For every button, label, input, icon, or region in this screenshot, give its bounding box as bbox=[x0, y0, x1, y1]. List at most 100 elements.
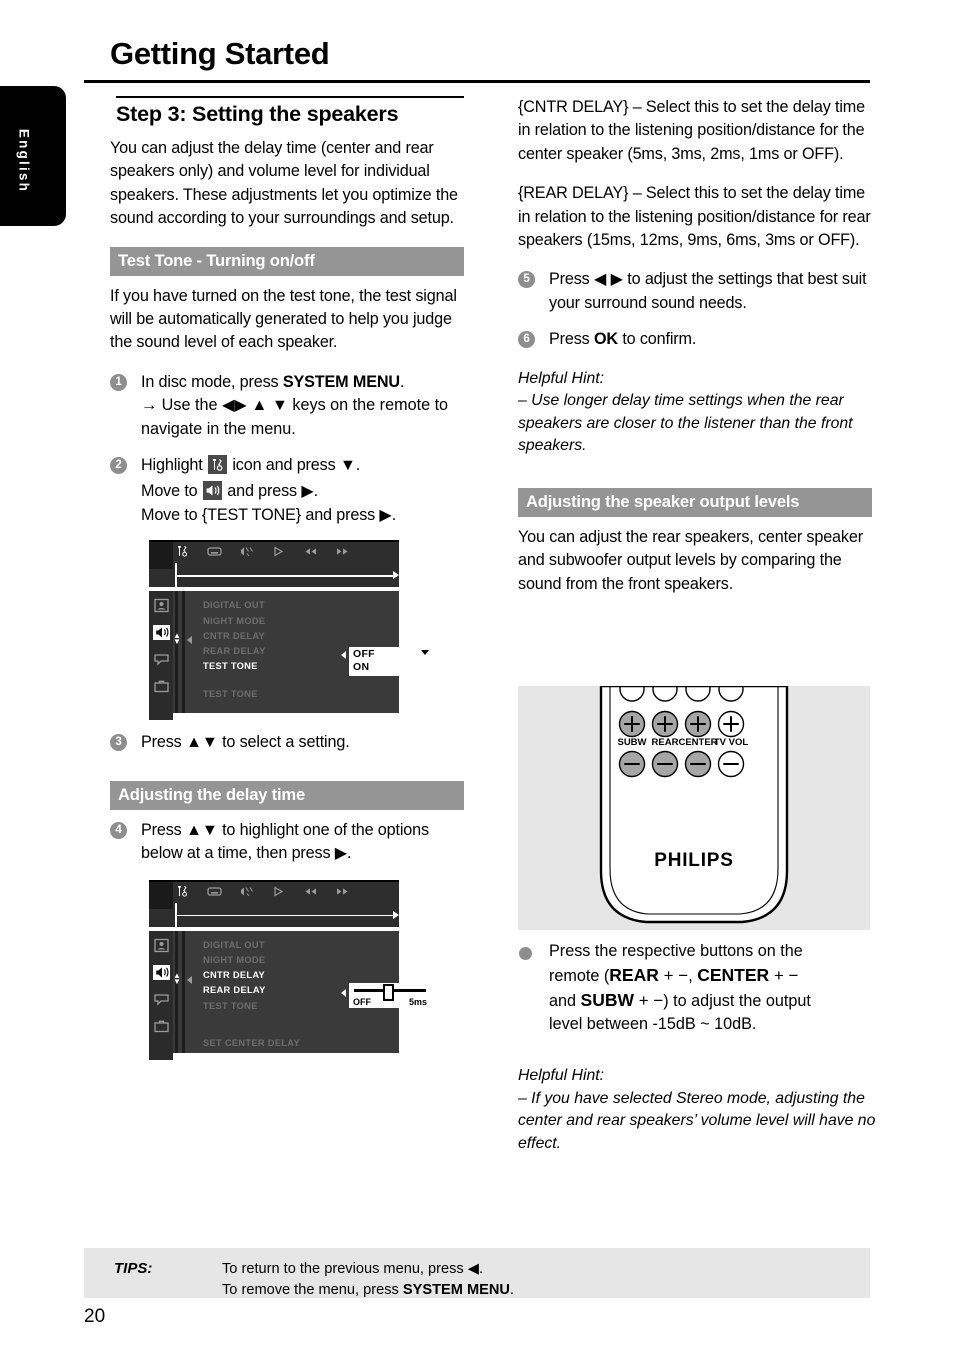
tv-scrollbar[interactable]: ▲ ▼ bbox=[173, 930, 181, 1053]
tips-line-1: To return to the previous menu, press ◀. bbox=[222, 1261, 484, 1277]
tips-label: TIPS: bbox=[114, 1260, 153, 1277]
page-number: 20 bbox=[84, 1306, 106, 1327]
menu-row[interactable]: CNTR DELAY bbox=[203, 629, 399, 644]
option-on[interactable]: ON bbox=[353, 661, 433, 674]
bullet-line-3-pre: and bbox=[549, 991, 581, 1010]
toolbar-icons bbox=[175, 545, 350, 558]
page-title: Getting Started bbox=[110, 36, 330, 71]
tv-divider bbox=[182, 930, 185, 1053]
tv-menu-screenshot-2: ▲ ▼ DIGITAL OUT NIGHT MODE CNTR DELAY REA… bbox=[149, 879, 431, 1060]
menu-row[interactable]: NIGHT MODE bbox=[203, 953, 399, 968]
preference-icon bbox=[153, 679, 170, 694]
toolbar-arrow-icon bbox=[393, 571, 399, 580]
toolbar-arrow-icon bbox=[393, 910, 399, 919]
philips-logo: PHILIPS bbox=[654, 850, 734, 871]
play-icon bbox=[271, 545, 286, 558]
step-3: 3 Press ▲▼ to select a setting. bbox=[110, 731, 464, 754]
remote-button-labels: SUBW REAR CENTER TV VOL bbox=[617, 737, 748, 748]
hint-1-text: – Use longer delay time settings when th… bbox=[518, 392, 853, 455]
rear-delay-paragraph: {REAR DELAY} – Select this to set the de… bbox=[518, 184, 871, 250]
speaker-icon bbox=[202, 481, 222, 501]
tv-scrollbar[interactable]: ▲ ▼ bbox=[173, 591, 181, 714]
toolbar-hline bbox=[175, 575, 397, 577]
remote-label-subw: SUBW bbox=[617, 737, 646, 748]
forward-icon bbox=[335, 545, 350, 558]
disc-icon bbox=[153, 938, 170, 953]
menu-footer-hint: SET CENTER DELAY bbox=[203, 1037, 300, 1048]
banner-output-levels: Adjusting the speaker output levels bbox=[518, 488, 872, 518]
hint-2-text: – If you have selected Stereo mode, adju… bbox=[518, 1089, 876, 1152]
scroll-arrows-icon: ▲ ▼ bbox=[173, 970, 181, 986]
cntr-delay-paragraph: {CNTR DELAY} – Select this to set the de… bbox=[518, 98, 865, 163]
subw-plus-minus: + − bbox=[633, 990, 664, 1010]
display-icon bbox=[207, 885, 222, 898]
tv-sidebar bbox=[149, 591, 173, 721]
tv-menu-body: ▲ ▼ DIGITAL OUT NIGHT MODE CNTR DELAY REA… bbox=[149, 591, 433, 721]
display-icon bbox=[153, 652, 170, 667]
tools-icon bbox=[175, 545, 190, 558]
rewind-icon bbox=[303, 545, 318, 558]
step-2-line2-pre: Move to bbox=[141, 482, 202, 501]
menu-row[interactable]: DIGITAL OUT bbox=[203, 938, 399, 953]
toolbar-icons bbox=[175, 885, 350, 898]
bullet-line-4: level between -15dB ~ 10dB. bbox=[549, 1015, 757, 1034]
preference-icon bbox=[153, 1019, 170, 1034]
step-6-number: 6 bbox=[518, 331, 535, 349]
step-4-text: Press ▲▼ to highlight one of the options… bbox=[141, 820, 429, 863]
remote-label-center: CENTER bbox=[678, 737, 717, 748]
system-menu-key: SYSTEM MENU bbox=[402, 1282, 510, 1298]
tv-sidebar bbox=[149, 930, 173, 1060]
tools-icon bbox=[175, 885, 190, 898]
center-key: CENTER bbox=[697, 964, 770, 985]
title-divider bbox=[84, 80, 870, 83]
bullet-line-2-pre: remote ( bbox=[549, 966, 610, 985]
menu-footer-hint: TEST TONE bbox=[203, 688, 258, 699]
step-4: 4 Press ▲▼ to highlight one of the optio… bbox=[110, 819, 464, 866]
speaker-icon bbox=[152, 964, 170, 980]
helpful-hint-1: Helpful Hint: – Use longer delay time se… bbox=[518, 368, 872, 458]
output-levels-paragraph: You can adjust the rear speakers, center… bbox=[518, 528, 863, 593]
step-2-text-mid: icon and press ▼. bbox=[228, 456, 361, 475]
hint-2-label: Helpful Hint: bbox=[518, 1067, 605, 1085]
center-plus-minus: + − bbox=[769, 965, 799, 985]
hint-1-label: Helpful Hint: bbox=[518, 369, 605, 387]
tools-icon bbox=[208, 455, 227, 475]
step-2: 2 Highlight icon and press ▼. Move to an… bbox=[110, 454, 464, 527]
tips-line-2-pre: To remove the menu, press bbox=[222, 1282, 403, 1298]
remote-control-figure: SUBW REAR CENTER TV VOL PHILIPS bbox=[518, 676, 870, 930]
tv-menu-list: DIGITAL OUT NIGHT MODE CNTR DELAY REAR D… bbox=[197, 930, 431, 1053]
slider-max-label: 5ms bbox=[408, 996, 427, 1007]
toolbar-left-pad bbox=[149, 542, 173, 570]
ok-key: OK bbox=[593, 330, 618, 349]
delay-slider[interactable]: OFF 5ms bbox=[349, 982, 431, 1008]
forward-icon bbox=[335, 885, 350, 898]
tips-content: To return to the previous menu, press ◀.… bbox=[222, 1259, 514, 1301]
step-1-subline: → Use the ◀▶ ▲ ▼ keys on the remote to n… bbox=[141, 396, 449, 438]
step-2-text-pre: Highlight bbox=[141, 456, 207, 475]
tv-toolbar-underline bbox=[149, 902, 399, 927]
option-pointer-icon bbox=[341, 651, 346, 660]
toolbar-hline bbox=[175, 914, 397, 917]
bullet-line-1: Press the respective buttons on the bbox=[549, 942, 803, 960]
language-tab-label: English bbox=[16, 128, 32, 194]
step-6: 6 Press OK to confirm. bbox=[518, 328, 872, 351]
tv-toolbar bbox=[149, 540, 399, 570]
test-tone-option-list[interactable]: OFF ON bbox=[349, 647, 433, 677]
menu-row-selected[interactable]: CNTR DELAY bbox=[203, 968, 399, 983]
language-tab: English bbox=[0, 86, 66, 226]
step3-heading: Step 3: Setting the speakers bbox=[116, 96, 464, 127]
step-2-line2: Move to and press ▶. bbox=[141, 480, 464, 503]
tips-box: TIPS: To return to the previous menu, pr… bbox=[84, 1248, 870, 1298]
step-4-number: 4 bbox=[110, 821, 127, 839]
step-1-number: 1 bbox=[110, 373, 127, 391]
tips-line-2-post: . bbox=[509, 1282, 514, 1298]
step-3-text: Press ▲▼ to select a setting. bbox=[141, 733, 350, 752]
bullet-dot-icon bbox=[519, 947, 532, 960]
bullet-line-3-post: ) to adjust the output bbox=[663, 991, 811, 1010]
step-6-text-post: to confirm. bbox=[617, 330, 697, 349]
step-2-number: 2 bbox=[110, 457, 127, 475]
slider-knob[interactable] bbox=[383, 983, 394, 1001]
menu-row[interactable]: NIGHT MODE bbox=[203, 614, 399, 629]
menu-row[interactable]: DIGITAL OUT bbox=[203, 598, 399, 613]
step-2-line3: Move to {TEST TONE} and press ▶. bbox=[141, 505, 397, 524]
